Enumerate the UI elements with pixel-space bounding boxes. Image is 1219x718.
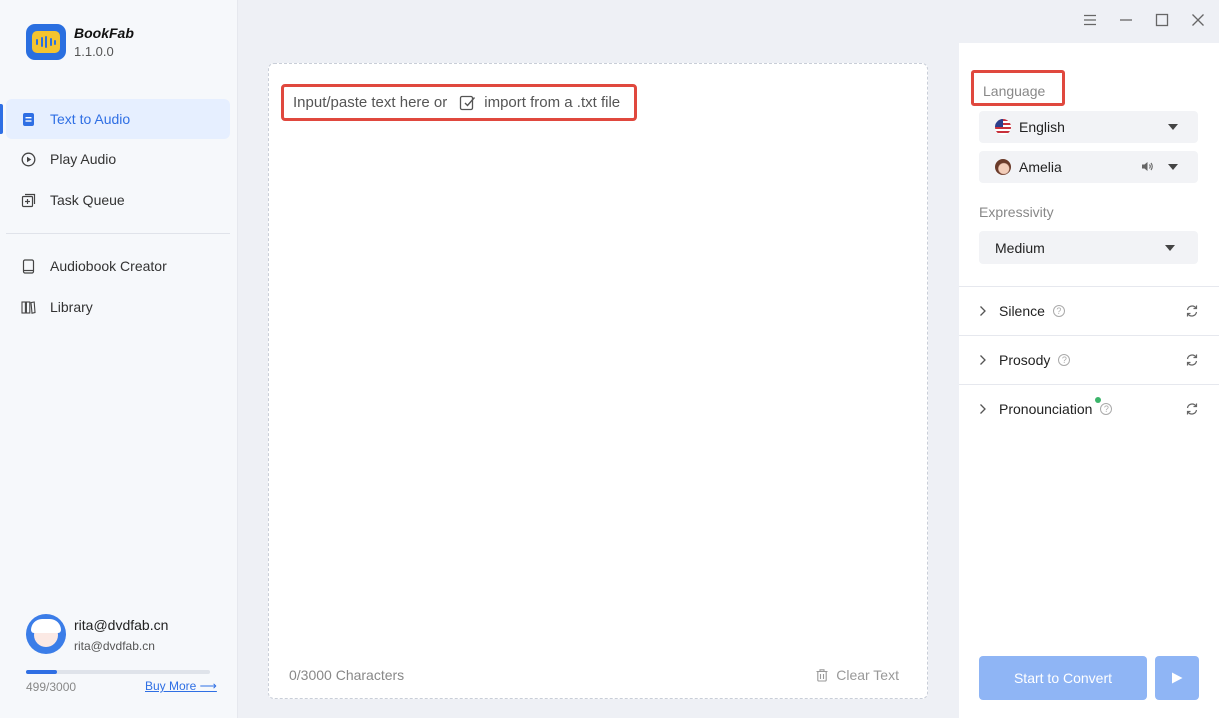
section-divider — [959, 384, 1219, 385]
clear-text-button[interactable]: Clear Text — [815, 667, 899, 683]
help-icon[interactable]: ? — [1058, 354, 1071, 366]
language-select[interactable]: English — [979, 111, 1198, 143]
chevron-down-icon — [1168, 164, 1178, 170]
user-email: rita@dvdfab.cn — [74, 639, 155, 653]
library-icon — [21, 300, 36, 315]
minimize-icon[interactable] — [1116, 10, 1136, 30]
reset-icon[interactable] — [1185, 353, 1199, 367]
settings-panel: Language English Amelia Expressivity Med… — [959, 43, 1219, 718]
help-icon[interactable]: ? — [1052, 305, 1065, 317]
sidebar-item-library[interactable]: Library — [6, 287, 230, 327]
chevron-right-icon — [980, 404, 986, 414]
quota-progress-fill — [26, 670, 57, 674]
nav-divider — [6, 233, 230, 234]
section-divider — [959, 335, 1219, 336]
document-icon — [21, 112, 36, 127]
new-indicator-dot — [1095, 397, 1101, 403]
sidebar-item-label: Play Audio — [50, 151, 117, 167]
close-icon[interactable] — [1188, 10, 1208, 30]
quota-text: 499/3000 — [26, 680, 77, 694]
sidebar-item-label: Task Queue — [50, 192, 125, 208]
expressivity-label: Expressivity — [979, 204, 1054, 220]
import-file-icon — [460, 95, 476, 111]
help-icon[interactable]: ? — [1100, 403, 1113, 415]
expressivity-select[interactable]: Medium — [979, 231, 1198, 264]
quota-progress-bar — [26, 670, 210, 674]
book-icon — [21, 258, 36, 274]
chevron-down-icon — [1168, 124, 1178, 130]
sidebar-item-text-to-audio[interactable]: Text to Audio — [6, 99, 230, 139]
voice-avatar — [995, 159, 1011, 175]
user-name: rita@dvdfab.cn — [74, 617, 169, 633]
avatar[interactable] — [26, 614, 66, 654]
sidebar-item-audiobook-creator[interactable]: Audiobook Creator — [6, 246, 230, 286]
preview-play-button[interactable] — [1155, 656, 1199, 700]
voice-select[interactable]: Amelia — [979, 151, 1198, 183]
sidebar-item-label: Library — [50, 299, 93, 315]
app-logo — [26, 24, 66, 60]
trash-icon — [816, 669, 828, 682]
pronounciation-section[interactable]: Pronounciation ? — [979, 397, 1199, 419]
section-label: Prosody — [999, 352, 1051, 368]
chevron-right-icon — [980, 306, 986, 316]
character-count: 0/3000 Characters — [289, 667, 405, 683]
sidebar-item-task-queue[interactable]: Task Queue — [6, 180, 230, 220]
prosody-section[interactable]: Prosody ? — [979, 350, 1199, 370]
reset-icon[interactable] — [1185, 304, 1199, 318]
sidebar-item-label: Text to Audio — [50, 111, 131, 127]
sidebar-item-play-audio[interactable]: Play Audio — [6, 139, 230, 179]
voice-value: Amelia — [1019, 159, 1062, 175]
section-divider — [959, 286, 1219, 287]
menu-icon[interactable] — [1080, 10, 1100, 30]
import-label: import from a .txt file — [484, 94, 621, 111]
language-label: Language — [971, 70, 1065, 106]
reset-icon[interactable] — [1185, 402, 1199, 416]
language-value: English — [1019, 119, 1065, 135]
text-input-area[interactable]: Input/paste text here or import from a .… — [268, 63, 928, 699]
play-circle-icon — [21, 152, 36, 167]
maximize-icon[interactable] — [1152, 10, 1172, 30]
clear-text-label: Clear Text — [836, 667, 899, 683]
queue-icon — [21, 193, 36, 208]
us-flag-icon — [995, 119, 1011, 135]
app-version: 1.1.0.0 — [74, 44, 114, 59]
silence-section[interactable]: Silence ? — [979, 301, 1199, 321]
play-icon — [1172, 672, 1183, 684]
chevron-right-icon — [980, 355, 986, 365]
start-convert-button[interactable]: Start to Convert — [979, 656, 1147, 700]
input-placeholder[interactable]: Input/paste text here or import from a .… — [281, 84, 637, 121]
sidebar-item-label: Audiobook Creator — [50, 258, 167, 274]
expressivity-value: Medium — [995, 239, 1045, 256]
app-name: BookFab — [74, 25, 134, 41]
chevron-down-icon — [1165, 245, 1175, 251]
section-label: Silence — [999, 303, 1045, 319]
speaker-icon[interactable] — [1141, 160, 1154, 176]
section-label: Pronounciation — [999, 401, 1093, 417]
placeholder-text: Input/paste text here or — [293, 94, 448, 111]
active-nav-marker — [0, 104, 3, 134]
import-txt-link[interactable]: import from a .txt file — [459, 94, 620, 111]
sidebar: BookFab 1.1.0.0 Text to Audio Play Audio… — [0, 0, 238, 718]
buy-more-link[interactable]: Buy More ⟶ — [145, 679, 217, 693]
